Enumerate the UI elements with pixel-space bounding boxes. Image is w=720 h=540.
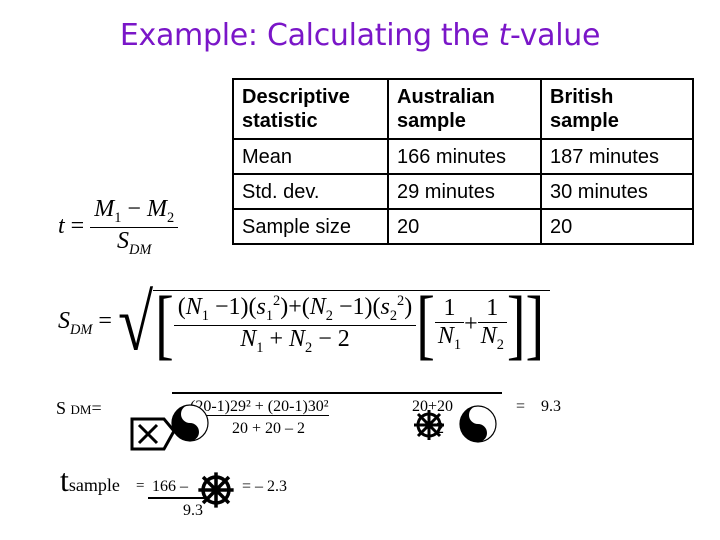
descriptive-statistics-table: Descriptive statistic Australian sample Br…	[232, 78, 694, 245]
yin-yang-icon	[171, 404, 209, 442]
table-cell: 20	[540, 208, 694, 245]
t-formula: t = M1 − M2 SDM	[58, 196, 179, 259]
table-cell: Mean	[232, 138, 389, 175]
title-italic-t: t	[498, 18, 511, 53]
table-cell: Sample size	[232, 208, 389, 245]
label-main: t	[60, 462, 69, 498]
sqrt-overline	[172, 392, 502, 394]
header-cell: Descriptive statistic	[232, 78, 389, 140]
label-sub: DM	[70, 402, 92, 417]
square-root-symbol: √	[117, 278, 154, 368]
header-cell: Australian sample	[387, 78, 542, 140]
table-cell: 30 minutes	[540, 173, 694, 210]
calc-equals: =	[516, 398, 526, 415]
table-row: Mean 166 minutes 187 minutes	[232, 138, 694, 175]
calc-result: 9.3	[541, 398, 561, 415]
sdm-calc-label: S DM=	[56, 398, 102, 419]
sdm-denominator: N1 + N2 − 2	[240, 325, 350, 356]
dharma-wheel-icon	[198, 472, 234, 508]
header-line: Descriptive	[242, 86, 350, 108]
header-line: British	[550, 86, 614, 108]
header-cell: British sample	[540, 78, 694, 140]
label-sub: sample	[68, 475, 120, 495]
t-formula-numerator: M1 − M2	[90, 196, 179, 228]
slide-title: Example: Calculating the t-value	[0, 18, 720, 53]
yin-yang-icon	[459, 405, 497, 443]
sdm-numerator: (N1 −1)(s12)+(N2 −1)(s22)	[173, 293, 417, 326]
header-line: Australian	[397, 86, 495, 108]
sdm-formula: SDM = √ [ (N1 −1)(s12)+(N2 −1)(s22) N1 +…	[58, 283, 551, 364]
table-row: Std. dev. 29 minutes 30 minutes	[232, 173, 694, 210]
t-sample-result: = – 2.3	[242, 478, 288, 495]
t-formula-denominator: SDM	[117, 227, 152, 258]
t-sample-equals: =	[136, 478, 145, 494]
table-cell: Std. dev.	[232, 173, 389, 210]
label-main: S	[56, 398, 67, 418]
header-line: sample	[397, 110, 466, 132]
table-row: Sample size 20 20	[232, 208, 694, 245]
table-cell: 29 minutes	[387, 173, 542, 210]
calc-denominator: 20 + 20 – 2	[232, 420, 306, 437]
title-suffix: -value	[509, 18, 601, 53]
header-line: sample	[550, 110, 619, 132]
dharma-wheel-icon	[414, 410, 444, 440]
table-cell: 20	[387, 208, 542, 245]
numerator-text: (20-1)29² + (20-1)30²	[190, 398, 329, 416]
table-cell: 166 minutes	[387, 138, 542, 175]
table-cell: 187 minutes	[540, 138, 694, 175]
calc-numerator: (20-1)29² + (20-1)30²	[190, 398, 329, 416]
table-header-row: Descriptive statistic Australian sample Br…	[232, 78, 694, 140]
t-sample-label: tsample	[60, 462, 120, 499]
t-sample-numerator: 166 –	[152, 478, 188, 495]
label-eq: =	[91, 398, 102, 418]
title-prefix: Example: Calculating the	[119, 18, 499, 53]
header-line: statistic	[242, 110, 318, 132]
